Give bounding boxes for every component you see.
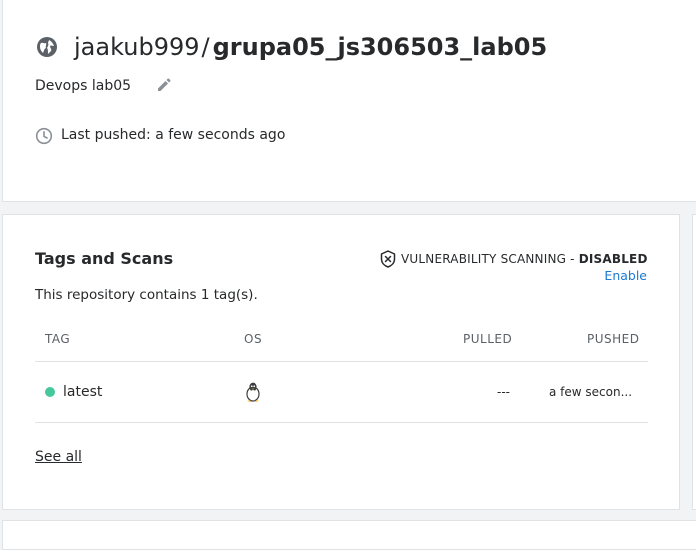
clock-icon <box>35 127 53 145</box>
tag-count-text: This repository contains 1 tag(s). <box>35 287 258 303</box>
tag-status-dot <box>45 387 55 397</box>
repository-title: jaakub999/grupa05_js306503_lab05 <box>74 31 547 63</box>
linux-tux-icon <box>246 382 260 402</box>
pulled-value: --- <box>497 385 510 399</box>
column-header-os[interactable]: OS <box>244 331 262 347</box>
table-divider <box>35 422 648 423</box>
scan-label: VULNERABILITY SCANNING - <box>401 252 579 266</box>
title-separator: / <box>201 33 210 61</box>
namespace-link[interactable]: jaakub999 <box>74 33 200 61</box>
globe-icon <box>37 37 57 57</box>
lower-card <box>2 520 696 550</box>
shield-x-icon <box>380 250 396 268</box>
tag-name-link[interactable]: latest <box>63 382 102 402</box>
pushed-value: a few secon... <box>549 385 633 399</box>
column-header-tag[interactable]: TAG <box>45 331 70 347</box>
table-divider <box>35 361 648 362</box>
repository-description: Devops lab05 <box>35 78 132 94</box>
vulnerability-scanning-status: VULNERABILITY SCANNING - DISABLED <box>401 251 648 267</box>
tags-section-title: Tags and Scans <box>35 249 174 268</box>
see-all-link[interactable]: See all <box>35 447 82 467</box>
last-pushed-text: Last pushed: a few seconds ago <box>61 127 286 143</box>
scan-status: DISABLED <box>578 252 648 266</box>
column-header-pulled[interactable]: PULLED <box>463 331 512 347</box>
pencil-icon[interactable] <box>156 77 172 93</box>
side-card <box>692 214 696 510</box>
enable-scanning-link[interactable]: Enable <box>604 268 647 284</box>
repository-name: grupa05_js306503_lab05 <box>212 33 548 61</box>
column-header-pushed[interactable]: PUSHED <box>587 331 639 347</box>
